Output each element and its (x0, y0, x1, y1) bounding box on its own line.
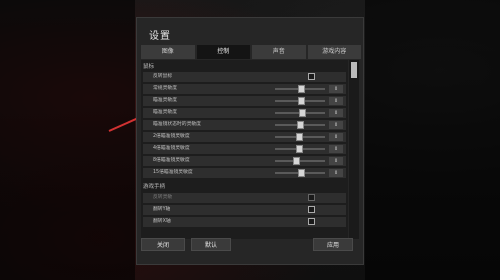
dialog-title: 设置 (149, 31, 171, 42)
setting-row-scoped-state-sensitivity: 瞄准镜状态时的灵敏度 0 (143, 120, 346, 130)
slider-value-box[interactable]: 0 (329, 169, 343, 177)
slider-value-box[interactable]: 0 (329, 157, 343, 165)
setting-row-15x-scope-sensitivity: 15倍瞄准镜灵敏度 0 (143, 168, 346, 178)
flip-x-checkbox[interactable] (308, 218, 315, 225)
slider-value-box[interactable]: 0 (329, 85, 343, 93)
setting-label: 4倍瞄准镜灵敏度 (153, 146, 190, 151)
slider-knob[interactable] (298, 169, 305, 177)
slider-knob[interactable] (296, 145, 303, 153)
section-mouse-heading: 鼠标 (143, 64, 155, 70)
setting-row-8x-scope-sensitivity: 8倍瞄准镜灵敏度 0 (143, 156, 346, 166)
tab-gameplay[interactable]: 游戏内容 (307, 45, 361, 59)
sensitivity-slider[interactable] (275, 157, 325, 165)
close-button[interactable]: 关闭 (141, 238, 185, 251)
tab-sound[interactable]: 声音 (252, 45, 306, 59)
flip-y-checkbox[interactable] (308, 206, 315, 213)
slider-knob[interactable] (299, 109, 306, 117)
sensitivity-slider[interactable] (275, 121, 325, 129)
slider-value-box[interactable]: 0 (329, 133, 343, 141)
slider-knob[interactable] (298, 85, 305, 93)
setting-label: 2倍瞄准镜灵敏度 (153, 134, 190, 139)
slider-value-box[interactable]: 0 (329, 121, 343, 129)
default-button[interactable]: 默认 (191, 238, 231, 251)
sensitivity-slider[interactable] (275, 97, 325, 105)
settings-content: 鼠标 反转鼠标 常规灵敏度 0 瞄准灵敏度 0 瞄准灵敏度 0 瞄准镜状态时的灵… (141, 60, 348, 239)
tab-controls[interactable]: 控制 (196, 45, 250, 59)
setting-label: 瞄准镜状态时的灵敏度 (153, 122, 201, 127)
slider-value-box[interactable]: 0 (329, 145, 343, 153)
setting-label: 反转灵敏 (153, 195, 173, 200)
background-shade-left (0, 0, 135, 280)
settings-dialog: 设置 图像 控制 声音 游戏内容 鼠标 反转鼠标 常规灵敏度 0 瞄准灵敏度 0 (136, 17, 364, 265)
sensitivity-slider[interactable] (275, 145, 325, 153)
sensitivity-slider[interactable] (275, 133, 325, 141)
slider-value-box[interactable]: 0 (329, 109, 343, 117)
slider-knob[interactable] (296, 133, 303, 141)
setting-row-flip-x: 翻转X轴 (143, 217, 346, 227)
sensitivity-slider[interactable] (275, 85, 325, 93)
tab-graphics[interactable]: 图像 (141, 45, 195, 59)
setting-label: 瞄准灵敏度 (153, 98, 177, 103)
setting-label: 常规灵敏度 (153, 86, 177, 91)
setting-label: 15倍瞄准镜灵敏度 (153, 170, 193, 175)
setting-row-aim-sensitivity: 瞄准灵敏度 0 (143, 96, 346, 106)
apply-button[interactable]: 应用 (313, 238, 353, 251)
setting-label: 瞄准灵敏度 (153, 110, 177, 115)
gamepad-invert-checkbox[interactable] (308, 194, 315, 201)
settings-tabs: 图像 控制 声音 游戏内容 (141, 45, 361, 59)
invert-mouse-checkbox[interactable] (308, 73, 315, 80)
setting-label: 反转鼠标 (153, 74, 173, 79)
setting-label: 翻转X轴 (153, 219, 171, 224)
content-scrollbar[interactable] (349, 60, 359, 239)
scrollbar-thumb[interactable] (351, 62, 357, 78)
sensitivity-slider[interactable] (275, 169, 325, 177)
slider-value-box[interactable]: 0 (329, 97, 343, 105)
setting-row-4x-scope-sensitivity: 4倍瞄准镜灵敏度 0 (143, 144, 346, 154)
setting-row-scope-sensitivity: 瞄准灵敏度 0 (143, 108, 346, 118)
setting-row-general-sensitivity: 常规灵敏度 0 (143, 84, 346, 94)
background-shade-right (365, 0, 500, 280)
setting-row-gamepad-invert: 反转灵敏 (143, 193, 346, 203)
setting-label: 8倍瞄准镜灵敏度 (153, 158, 190, 163)
slider-knob[interactable] (293, 157, 300, 165)
setting-row-flip-y: 翻转Y轴 (143, 205, 346, 215)
sensitivity-slider[interactable] (275, 109, 325, 117)
section-gamepad-heading: 游戏手柄 (143, 184, 166, 190)
slider-knob[interactable] (298, 97, 305, 105)
slider-knob[interactable] (297, 121, 304, 129)
setting-row-invert-mouse: 反转鼠标 (143, 72, 346, 82)
setting-label: 翻转Y轴 (153, 207, 171, 212)
setting-row-2x-scope-sensitivity: 2倍瞄准镜灵敏度 0 (143, 132, 346, 142)
